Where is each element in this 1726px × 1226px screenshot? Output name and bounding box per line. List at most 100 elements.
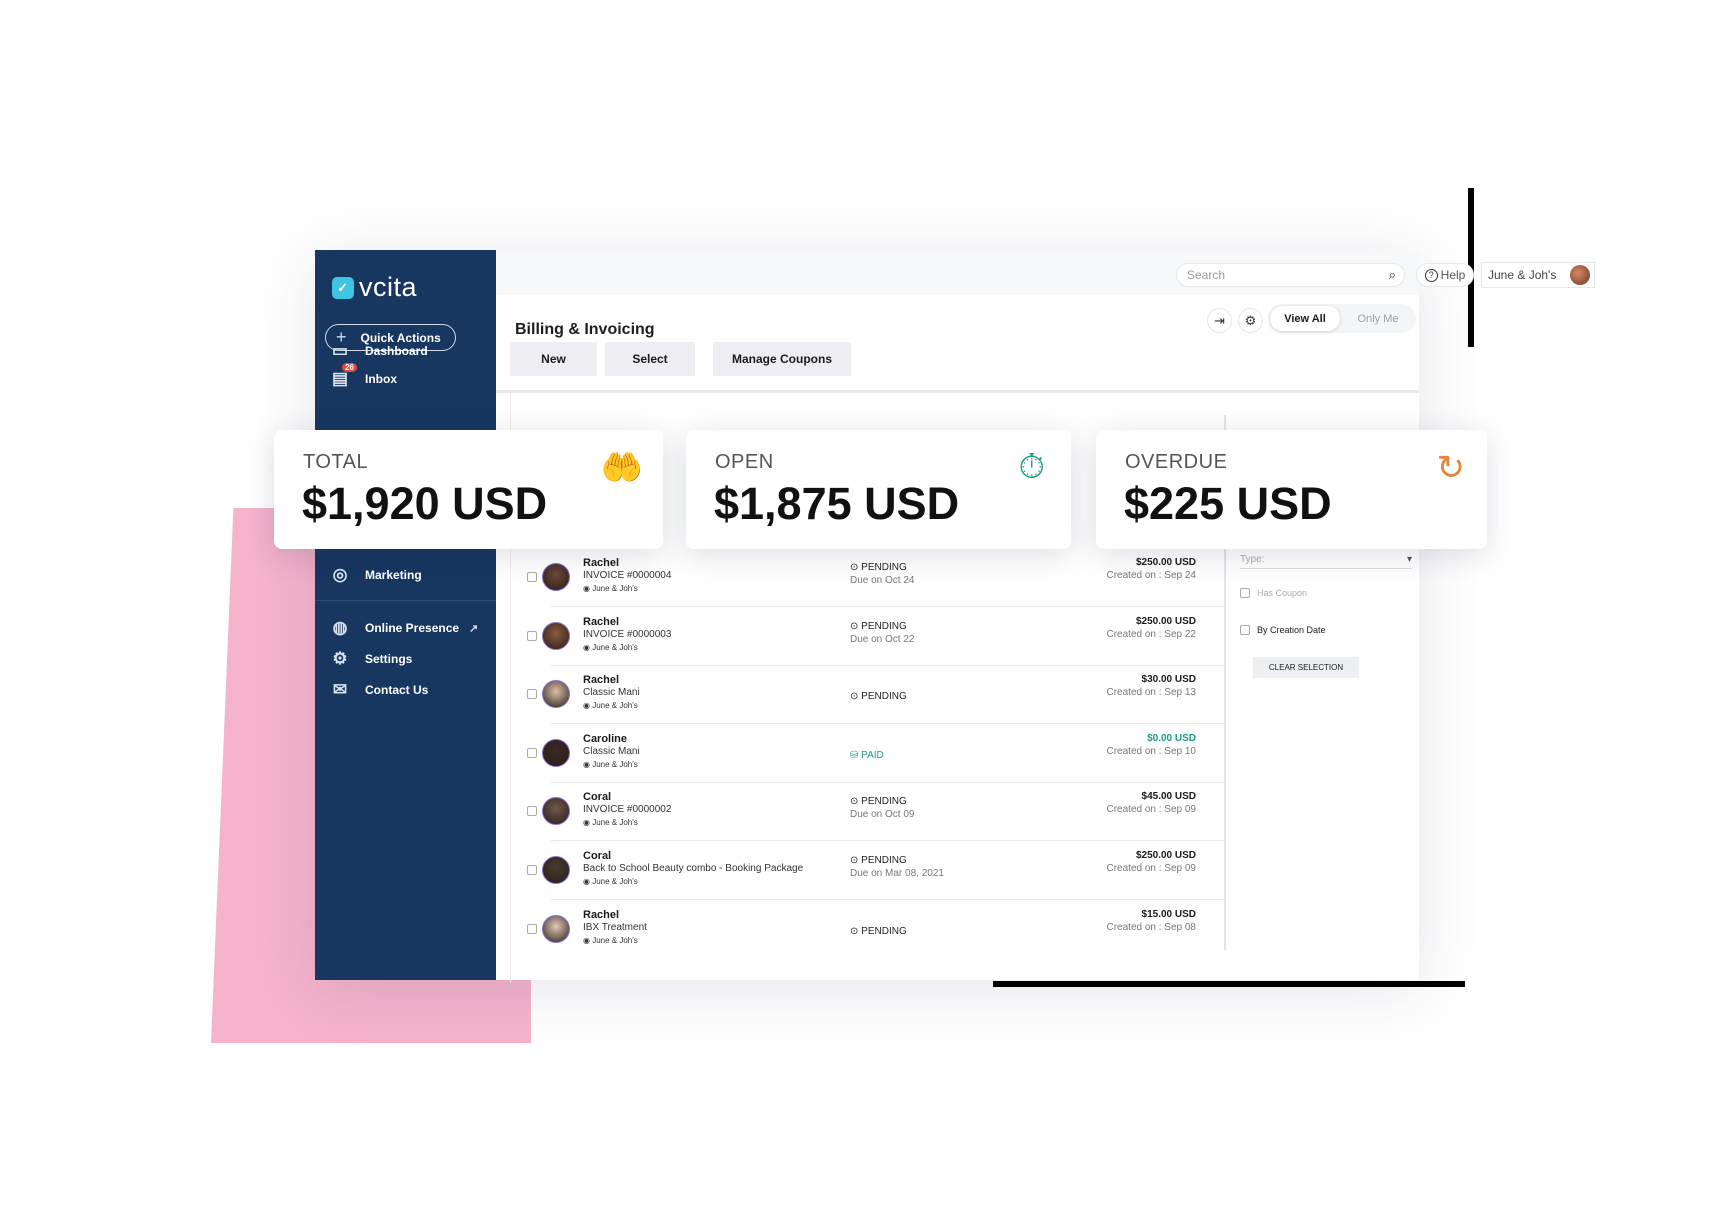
client-name: Caroline bbox=[583, 732, 628, 745]
envelope-icon: ✉ bbox=[332, 680, 348, 699]
avatar bbox=[1570, 265, 1590, 285]
type-label: Type: bbox=[1240, 554, 1265, 565]
checkbox-icon bbox=[1240, 588, 1250, 598]
row-checkbox[interactable] bbox=[527, 572, 537, 582]
client-name: Rachel bbox=[583, 557, 620, 569]
sidebar-item-label: Settings bbox=[365, 652, 413, 666]
created-date: Created on : Sep 24 bbox=[1106, 570, 1196, 581]
created-date: Created on : Sep 09 bbox=[1106, 863, 1196, 874]
sidebar-item-settings[interactable]: ⚙ Settings bbox=[329, 649, 489, 669]
clear-selection-button[interactable]: CLEAR SELECTION bbox=[1253, 657, 1359, 678]
location: ◉ June & Joh's bbox=[583, 760, 638, 769]
sidebar-item-online-presence[interactable]: ◍ Online Presence ↗ bbox=[329, 618, 489, 638]
location: ◉ June & Joh's bbox=[583, 877, 638, 886]
vcita-logo[interactable]: ✓ vcita bbox=[332, 272, 417, 303]
devices-icon: ▭ bbox=[331, 341, 349, 360]
location: ◉ June & Joh's bbox=[583, 818, 638, 827]
status-label: PAID bbox=[861, 749, 884, 761]
row-checkbox[interactable] bbox=[527, 689, 537, 700]
sidebar-item-contact-us[interactable]: ✉ Contact Us bbox=[329, 680, 489, 700]
status-label: PENDING bbox=[861, 925, 907, 937]
client-name: Coral bbox=[583, 850, 612, 862]
location: ◉ June & Joh's bbox=[583, 584, 638, 593]
top-bar: Search ⌕ ? Help June & Joh's bbox=[496, 250, 1595, 295]
pending-icon: ⊙ bbox=[850, 562, 862, 573]
sidebar: ✓ vcita + Quick Actions ▭ Dashboard ▤ 26 Inbo… bbox=[315, 250, 496, 980]
view-all-tab[interactable]: View All bbox=[1270, 306, 1340, 331]
table-row[interactable]: Caroline Classic Mani ◉ June & Joh's ⛁ P… bbox=[511, 724, 1226, 783]
avatar bbox=[542, 914, 570, 943]
inbox-icon: ▤ 26 bbox=[329, 363, 357, 389]
avatar bbox=[542, 680, 570, 709]
location-label: June & Joh's bbox=[592, 642, 638, 652]
help-icon: ? bbox=[1424, 268, 1438, 282]
due-date: Due on Oct 09 bbox=[850, 809, 915, 821]
created-date: Created on : Sep 10 bbox=[1106, 745, 1196, 757]
help-button[interactable]: ? Help bbox=[1416, 263, 1474, 287]
account-name: June & Joh's bbox=[1488, 268, 1557, 282]
status-label: PENDING bbox=[861, 855, 907, 866]
card-value: $1,920 USD bbox=[302, 478, 548, 529]
manage-coupons-button[interactable]: Manage Coupons bbox=[713, 342, 851, 376]
settings-gear-icon[interactable]: ⚙ bbox=[1238, 308, 1263, 333]
table-row[interactable]: Rachel INVOICE #0000004 ◉ June & Joh's ⊙… bbox=[511, 548, 1226, 607]
table-row[interactable]: Coral Back to School Beauty combo - Book… bbox=[511, 841, 1226, 900]
select-button[interactable]: Select bbox=[605, 342, 695, 376]
has-coupon-checkbox[interactable]: Has Coupon bbox=[1240, 588, 1307, 598]
globe-icon: ◍ bbox=[332, 618, 348, 637]
invoice-description: Back to School Beauty combo - Booking Pa… bbox=[583, 863, 804, 874]
status-badge: ⊙ PENDING bbox=[850, 855, 907, 866]
row-checkbox[interactable] bbox=[527, 923, 537, 934]
location-pin-icon: ◉ bbox=[583, 701, 593, 711]
pending-icon: ⊙ bbox=[850, 620, 862, 632]
row-checkbox[interactable] bbox=[527, 747, 537, 758]
amount: $30.00 USD bbox=[1141, 674, 1196, 686]
by-creation-date-checkbox[interactable]: By Creation Date bbox=[1240, 625, 1326, 635]
status-badge: ⊙ PENDING bbox=[850, 796, 907, 807]
card-label: OPEN bbox=[715, 451, 774, 473]
card-value: $225 USD bbox=[1124, 478, 1332, 529]
location-label: June & Joh's bbox=[592, 584, 638, 593]
row-checkbox[interactable] bbox=[527, 806, 537, 817]
help-label: Help bbox=[1440, 268, 1466, 282]
page-header: Billing & Invoicing New Select Manage Co… bbox=[496, 295, 1419, 393]
sidebar-item-inbox[interactable]: ▤ 26 Inbox bbox=[329, 363, 489, 389]
table-row[interactable]: Rachel Classic Mani ◉ June & Joh's ⊙ PEN… bbox=[511, 665, 1226, 725]
sidebar-item-marketing[interactable]: ◎ Marketing bbox=[329, 565, 489, 585]
only-me-tab[interactable]: Only Me bbox=[1340, 313, 1416, 325]
status-badge: ⛁ PAID bbox=[850, 750, 884, 761]
view-toggle: View All Only Me bbox=[1268, 304, 1416, 333]
card-label: TOTAL bbox=[303, 451, 369, 473]
location-pin-icon: ◉ bbox=[583, 877, 593, 886]
card-value: $1,875 USD bbox=[714, 478, 960, 529]
row-checkbox[interactable] bbox=[527, 865, 537, 875]
due-date: Due on Oct 24 bbox=[850, 575, 915, 586]
app-window: ✓ vcita + Quick Actions ▭ Dashboard ▤ 26 Inbo… bbox=[315, 250, 1595, 983]
location-pin-icon: ◉ bbox=[583, 759, 593, 769]
client-name: Coral bbox=[583, 791, 612, 804]
status-label: PENDING bbox=[861, 620, 907, 632]
created-date: Created on : Sep 22 bbox=[1106, 628, 1196, 640]
pending-icon: ⊙ bbox=[850, 855, 862, 866]
logo-mark-icon: ✓ bbox=[332, 276, 354, 299]
table-row[interactable]: Rachel INVOICE #0000003 ◉ June & Joh's ⊙… bbox=[511, 607, 1226, 666]
search-icon[interactable]: ⌕ bbox=[1389, 267, 1396, 283]
search-input[interactable]: Search ⌕ bbox=[1176, 263, 1405, 287]
location-pin-icon: ◉ bbox=[583, 818, 593, 828]
table-row[interactable]: Rachel IBX Treatment ◉ June & Joh's ⊙ PE… bbox=[511, 900, 1226, 959]
sidebar-item-dashboard[interactable]: ▭ Dashboard bbox=[329, 341, 489, 361]
client-name: Rachel bbox=[583, 674, 620, 687]
account-menu[interactable]: June & Joh's bbox=[1481, 262, 1595, 288]
table-row[interactable]: Coral INVOICE #0000002 ◉ June & Joh's ⊙ … bbox=[511, 782, 1226, 842]
new-button[interactable]: New bbox=[510, 342, 597, 376]
has-coupon-label: Has Coupon bbox=[1257, 588, 1308, 598]
location-label: June & Joh's bbox=[592, 935, 638, 945]
page-title: Billing & Invoicing bbox=[515, 321, 655, 338]
type-select[interactable]: Type: ▾ bbox=[1240, 554, 1412, 569]
export-icon[interactable]: ⇥ bbox=[1207, 308, 1232, 333]
status-label: PENDING bbox=[861, 691, 907, 703]
location-label: June & Joh's bbox=[592, 759, 638, 769]
row-checkbox[interactable] bbox=[527, 630, 537, 641]
card-label: OVERDUE bbox=[1125, 451, 1228, 473]
sidebar-item-label: Online Presence bbox=[365, 621, 460, 635]
